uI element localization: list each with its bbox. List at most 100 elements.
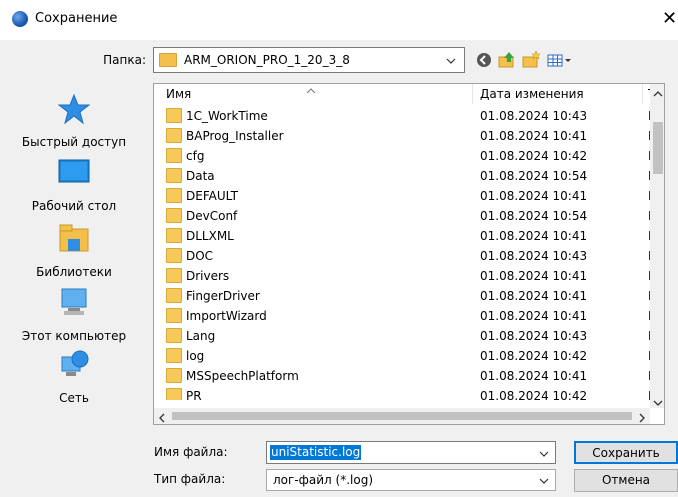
folder-label: Папка: bbox=[103, 53, 146, 67]
file-date: 01.08.2024 10:43 bbox=[480, 109, 588, 123]
table-row[interactable]: DOC 01.08.2024 10:43 Па bbox=[154, 246, 662, 266]
scroll-down-icon[interactable] bbox=[653, 396, 663, 410]
place-desktop[interactable]: Рабочий стол bbox=[0, 157, 148, 219]
place-network[interactable]: Сеть bbox=[0, 349, 148, 411]
file-date: 01.08.2024 10:41 bbox=[480, 289, 588, 303]
filename-input[interactable]: uniStatistic.log bbox=[266, 441, 556, 464]
folder-icon bbox=[166, 388, 182, 400]
current-folder: ARM_ORION_PRO_1_20_3_8 bbox=[184, 53, 350, 67]
file-list[interactable]: Имя Дата изменения Ти 1C_WorkTime 01.08.… bbox=[153, 83, 665, 425]
table-row[interactable]: log 01.08.2024 10:42 Па bbox=[154, 346, 662, 366]
folder-icon bbox=[166, 148, 182, 163]
file-name: MSSpeechPlatform bbox=[186, 369, 299, 383]
folder-icon bbox=[166, 128, 182, 143]
folder-icon bbox=[166, 248, 182, 263]
title-bar: Сохранение ✕ bbox=[0, 0, 678, 40]
file-name: DEFAULT bbox=[186, 189, 238, 203]
up-folder-button[interactable] bbox=[497, 50, 517, 70]
file-date: 01.08.2024 10:41 bbox=[480, 229, 588, 243]
file-name: DLLXML bbox=[186, 229, 234, 243]
file-name: PR bbox=[186, 389, 202, 400]
place-this-pc[interactable]: Этот компьютер bbox=[0, 287, 148, 349]
file-date: 01.08.2024 10:41 bbox=[480, 309, 588, 323]
star-icon bbox=[58, 93, 90, 125]
vertical-scroll-thumb[interactable] bbox=[653, 122, 663, 174]
folder-icon bbox=[166, 228, 182, 243]
new-folder-button[interactable] bbox=[521, 50, 541, 70]
desktop-icon bbox=[58, 159, 90, 183]
up-folder-icon bbox=[498, 52, 514, 68]
table-row[interactable]: MSSpeechPlatform 01.08.2024 10:41 Па bbox=[154, 366, 662, 386]
scroll-left-icon[interactable] bbox=[158, 412, 166, 424]
table-row[interactable]: DEFAULT 01.08.2024 10:41 Па bbox=[154, 186, 662, 206]
horizontal-scrollbar[interactable] bbox=[154, 408, 650, 424]
column-separator[interactable] bbox=[642, 84, 643, 104]
filetype-dropdown[interactable]: лог-файл (*.log) bbox=[266, 469, 556, 491]
back-button[interactable] bbox=[474, 50, 494, 70]
folder-icon bbox=[166, 288, 182, 303]
horizontal-scroll-thumb[interactable] bbox=[172, 412, 632, 420]
scroll-up-icon[interactable] bbox=[653, 87, 663, 101]
file-name: FingerDriver bbox=[186, 289, 260, 303]
folder-icon bbox=[166, 208, 182, 223]
network-icon bbox=[61, 350, 89, 376]
column-separator[interactable] bbox=[472, 84, 473, 104]
place-quick-access[interactable]: Быстрый доступ bbox=[0, 93, 148, 155]
view-menu-button[interactable] bbox=[546, 50, 572, 70]
table-row[interactable]: DLLXML 01.08.2024 10:41 Па bbox=[154, 226, 662, 246]
view-menu-icon bbox=[547, 54, 571, 67]
table-row[interactable]: Data 01.08.2024 10:54 Па bbox=[154, 166, 662, 186]
file-date: 01.08.2024 10:42 bbox=[480, 149, 588, 163]
computer-icon bbox=[61, 288, 87, 315]
table-row[interactable]: BAProg_Installer 01.08.2024 10:41 Па bbox=[154, 126, 662, 146]
folder-dropdown[interactable]: ARM_ORION_PRO_1_20_3_8 bbox=[153, 47, 465, 73]
column-header-date[interactable]: Дата изменения bbox=[480, 87, 584, 101]
app-icon bbox=[12, 11, 28, 27]
table-row[interactable]: ImportWizard 01.08.2024 10:41 Па bbox=[154, 306, 662, 326]
folder-icon bbox=[166, 188, 182, 203]
chevron-down-icon[interactable] bbox=[539, 449, 549, 459]
file-date: 01.08.2024 10:41 bbox=[480, 129, 588, 143]
file-name: Lang bbox=[186, 329, 216, 343]
file-name: Data bbox=[186, 169, 215, 183]
table-row[interactable]: DevConf 01.08.2024 10:54 Па bbox=[154, 206, 662, 226]
file-date: 01.08.2024 10:41 bbox=[480, 269, 588, 283]
filename-value: uniStatistic.log bbox=[270, 445, 362, 460]
close-button[interactable]: ✕ bbox=[662, 8, 677, 29]
file-date: 01.08.2024 10:41 bbox=[480, 369, 588, 383]
places-sidebar: Быстрый доступ Рабочий стол Библиотеки Э… bbox=[0, 83, 148, 413]
file-date: 01.08.2024 10:42 bbox=[480, 389, 588, 400]
place-label: Сеть bbox=[59, 391, 89, 405]
file-name: DOC bbox=[186, 249, 214, 263]
folder-icon bbox=[166, 368, 182, 383]
scroll-right-icon[interactable] bbox=[638, 412, 646, 424]
file-date: 01.08.2024 10:54 bbox=[480, 169, 588, 183]
filename-label: Имя файла: bbox=[154, 445, 228, 459]
folder-icon bbox=[166, 168, 182, 183]
folder-icon bbox=[166, 268, 182, 283]
back-arrow-icon bbox=[477, 53, 491, 67]
folder-icon bbox=[159, 53, 177, 67]
table-row[interactable]: FingerDriver 01.08.2024 10:41 Па bbox=[154, 286, 662, 306]
place-label: Рабочий стол bbox=[31, 199, 117, 213]
place-libraries[interactable]: Библиотеки bbox=[0, 223, 148, 285]
save-button[interactable]: Сохранить bbox=[574, 441, 678, 464]
vertical-scrollbar[interactable] bbox=[650, 84, 664, 410]
table-row[interactable]: 1C_WorkTime 01.08.2024 10:43 Па bbox=[154, 106, 662, 126]
table-row[interactable]: Lang 01.08.2024 10:43 Па bbox=[154, 326, 662, 346]
file-date: 01.08.2024 10:42 bbox=[480, 349, 588, 363]
file-date: 01.08.2024 10:41 bbox=[480, 189, 588, 203]
place-label: Быстрый доступ bbox=[21, 135, 127, 149]
table-row[interactable]: Drivers 01.08.2024 10:41 Па bbox=[154, 266, 662, 286]
file-name: Drivers bbox=[186, 269, 230, 283]
file-name: ImportWizard bbox=[186, 309, 267, 323]
list-header: Имя Дата изменения Ти bbox=[154, 84, 664, 104]
table-row[interactable]: cfg 01.08.2024 10:42 Па bbox=[154, 146, 662, 166]
sort-up-icon bbox=[306, 84, 316, 98]
table-row[interactable]: PR 01.08.2024 10:42 Па bbox=[154, 386, 650, 400]
window-title: Сохранение bbox=[35, 11, 118, 26]
place-label: Библиотеки bbox=[36, 265, 112, 279]
cancel-button[interactable]: Отмена bbox=[574, 469, 678, 492]
folder-icon bbox=[166, 348, 182, 363]
column-header-name[interactable]: Имя bbox=[166, 87, 191, 101]
